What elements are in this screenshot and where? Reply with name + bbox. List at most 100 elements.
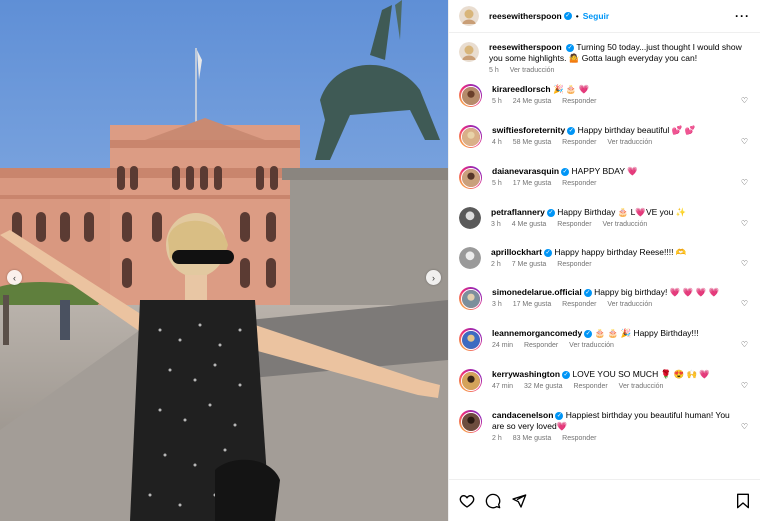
reply-button[interactable]: Responder	[562, 435, 596, 442]
translate-link[interactable]: Ver traducción	[607, 301, 652, 308]
comment-likes[interactable]: 17 Me gusta	[513, 180, 552, 187]
post-image	[0, 0, 448, 521]
caption-translate-link[interactable]: Ver traducción	[510, 67, 555, 74]
comment-item: kirareedlorsch 🎉 🎂 💗 5 h 24 Me gusta Res…	[459, 84, 750, 107]
comment-time: 3 h	[491, 221, 501, 228]
comment-likes[interactable]: 17 Me gusta	[513, 301, 552, 308]
reply-button[interactable]: Responder	[557, 221, 591, 228]
like-button[interactable]	[459, 493, 475, 509]
comment-text: 🎂 🎂 🎉 Happy Birthday!!!	[594, 328, 699, 338]
comment-item: daianevarasquin ✓ HAPPY BDAY 💗 5 h 17 Me …	[459, 166, 750, 189]
avatar[interactable]	[459, 125, 482, 148]
comment-text: Happy birthday beautiful 💕 💕	[577, 125, 696, 135]
translate-link[interactable]: Ver traducción	[607, 139, 652, 146]
heart-icon[interactable]: ♡	[741, 340, 748, 349]
verified-icon: ✓	[567, 126, 576, 135]
comment-likes[interactable]: 7 Me gusta	[512, 261, 547, 268]
avatar[interactable]	[459, 84, 482, 107]
more-icon[interactable]: ···	[735, 9, 750, 23]
verified-icon: ✓	[563, 12, 572, 20]
reply-button[interactable]: Responder	[562, 180, 596, 187]
avatar[interactable]	[459, 207, 481, 229]
heart-icon[interactable]: ♡	[741, 219, 748, 228]
comment-username[interactable]: kirareedlorsch	[492, 84, 551, 94]
comment-text: HAPPY BDAY 💗	[571, 166, 638, 176]
comment-item: candacenelson ✓ Happiest birthday you bea…	[459, 410, 750, 442]
avatar[interactable]	[459, 42, 479, 62]
avatar[interactable]	[459, 166, 482, 189]
comment-text: Happy Birthday 🎂 L💗VE you ✨	[557, 207, 687, 217]
comments-list[interactable]: reesewitherspoon ✓ Turning 50 today...ju…	[449, 34, 760, 459]
comment-item: aprillockhart ✓ Happy happy birthday Rees…	[459, 247, 750, 269]
post-photo[interactable]: ‹ ›	[0, 0, 448, 521]
verified-icon: ✓	[561, 167, 570, 176]
reply-button[interactable]: Responder	[562, 139, 596, 146]
avatar[interactable]	[459, 6, 479, 26]
carousel-next-button[interactable]: ›	[426, 270, 441, 285]
comment-username[interactable]: candacenelson	[492, 410, 553, 420]
heart-icon	[459, 494, 475, 508]
comment-time: 2 h	[491, 261, 501, 268]
heart-icon[interactable]: ♡	[741, 422, 748, 431]
comment-item: swiftiesforeternity ✓ Happy birthday beau…	[459, 125, 750, 148]
comment-button[interactable]	[485, 493, 501, 509]
verified-icon: ✓	[546, 208, 555, 217]
heart-icon[interactable]: ♡	[741, 259, 748, 268]
comment-likes[interactable]: 32 Me gusta	[524, 383, 563, 390]
comment-item: kerrywashington ✓ LOVE YOU SO MUCH 🌹 😍 🙌 …	[459, 369, 750, 392]
heart-icon[interactable]: ♡	[741, 137, 748, 146]
comment-likes[interactable]: 58 Me gusta	[513, 139, 552, 146]
comment-username[interactable]: leannemorgancomedy	[492, 328, 582, 338]
comment-text: 🎉 🎂 💗	[552, 84, 590, 94]
avatar[interactable]	[459, 247, 481, 269]
avatar[interactable]	[459, 369, 482, 392]
follow-button[interactable]: Seguir	[583, 11, 609, 21]
avatar[interactable]	[459, 287, 482, 310]
reply-button[interactable]: Responder	[562, 98, 596, 105]
comment-username[interactable]: aprillockhart	[491, 247, 542, 257]
reply-button[interactable]: Responder	[573, 383, 607, 390]
chevron-left-icon: ‹	[13, 272, 16, 283]
heart-icon[interactable]: ♡	[741, 381, 748, 390]
translate-link[interactable]: Ver traducción	[602, 221, 647, 228]
avatar[interactable]	[459, 328, 482, 351]
comment-time: 5 h	[492, 180, 502, 187]
translate-link[interactable]: Ver traducción	[619, 383, 664, 390]
comment-text: LOVE YOU SO MUCH 🌹 😍 🙌 💗	[572, 369, 710, 379]
chevron-right-icon: ›	[432, 272, 435, 283]
comment-icon	[485, 493, 501, 508]
comment-username[interactable]: daianevarasquin	[492, 166, 559, 176]
comment-username[interactable]: swiftiesforeternity	[492, 125, 565, 135]
comment-likes[interactable]: 24 Me gusta	[513, 98, 552, 105]
reply-button[interactable]: Responder	[557, 261, 591, 268]
carousel-prev-button[interactable]: ‹	[7, 270, 22, 285]
header-username[interactable]: reesewitherspoon	[489, 11, 562, 21]
comment-username[interactable]: kerrywashington	[492, 369, 560, 379]
comment-item: petraflannery ✓ Happy Birthday 🎂 L💗VE you…	[459, 207, 750, 229]
comments-panel: reesewitherspoon ✓ • Seguir ··· reesewit…	[448, 0, 760, 521]
avatar[interactable]	[459, 410, 482, 433]
share-button[interactable]	[511, 493, 527, 509]
comment-likes[interactable]: 4 Me gusta	[512, 221, 547, 228]
comment-username[interactable]: petraflannery	[491, 207, 545, 217]
action-bar	[449, 479, 760, 521]
reply-button[interactable]: Responder	[524, 342, 558, 349]
verified-icon: ✓	[562, 370, 571, 379]
comment-time: 4 h	[492, 139, 502, 146]
comment-time: 24 min	[492, 342, 514, 349]
heart-icon[interactable]: ♡	[741, 299, 748, 308]
reply-button[interactable]: Responder	[562, 301, 596, 308]
comment-item: simonedelarue.official ✓ Happy big birthd…	[459, 287, 750, 310]
caption-username[interactable]: reesewitherspoon	[489, 42, 562, 52]
post-header: reesewitherspoon ✓ • Seguir ···	[449, 0, 760, 33]
comment-username[interactable]: simonedelarue.official	[492, 287, 582, 297]
translate-link[interactable]: Ver traducción	[569, 342, 614, 349]
comment-likes[interactable]: 83 Me gusta	[513, 435, 552, 442]
comment-text: Happy big birthday! 💗 💗 💗 💗	[594, 287, 720, 297]
comment-text: Happy happy birthday Reese!!!! 🫶	[554, 247, 687, 257]
comment-time: 2 h	[492, 435, 502, 442]
heart-icon[interactable]: ♡	[741, 96, 748, 105]
heart-icon[interactable]: ♡	[741, 178, 748, 187]
save-button[interactable]	[736, 493, 750, 509]
comment-time: 47 min	[492, 383, 514, 390]
